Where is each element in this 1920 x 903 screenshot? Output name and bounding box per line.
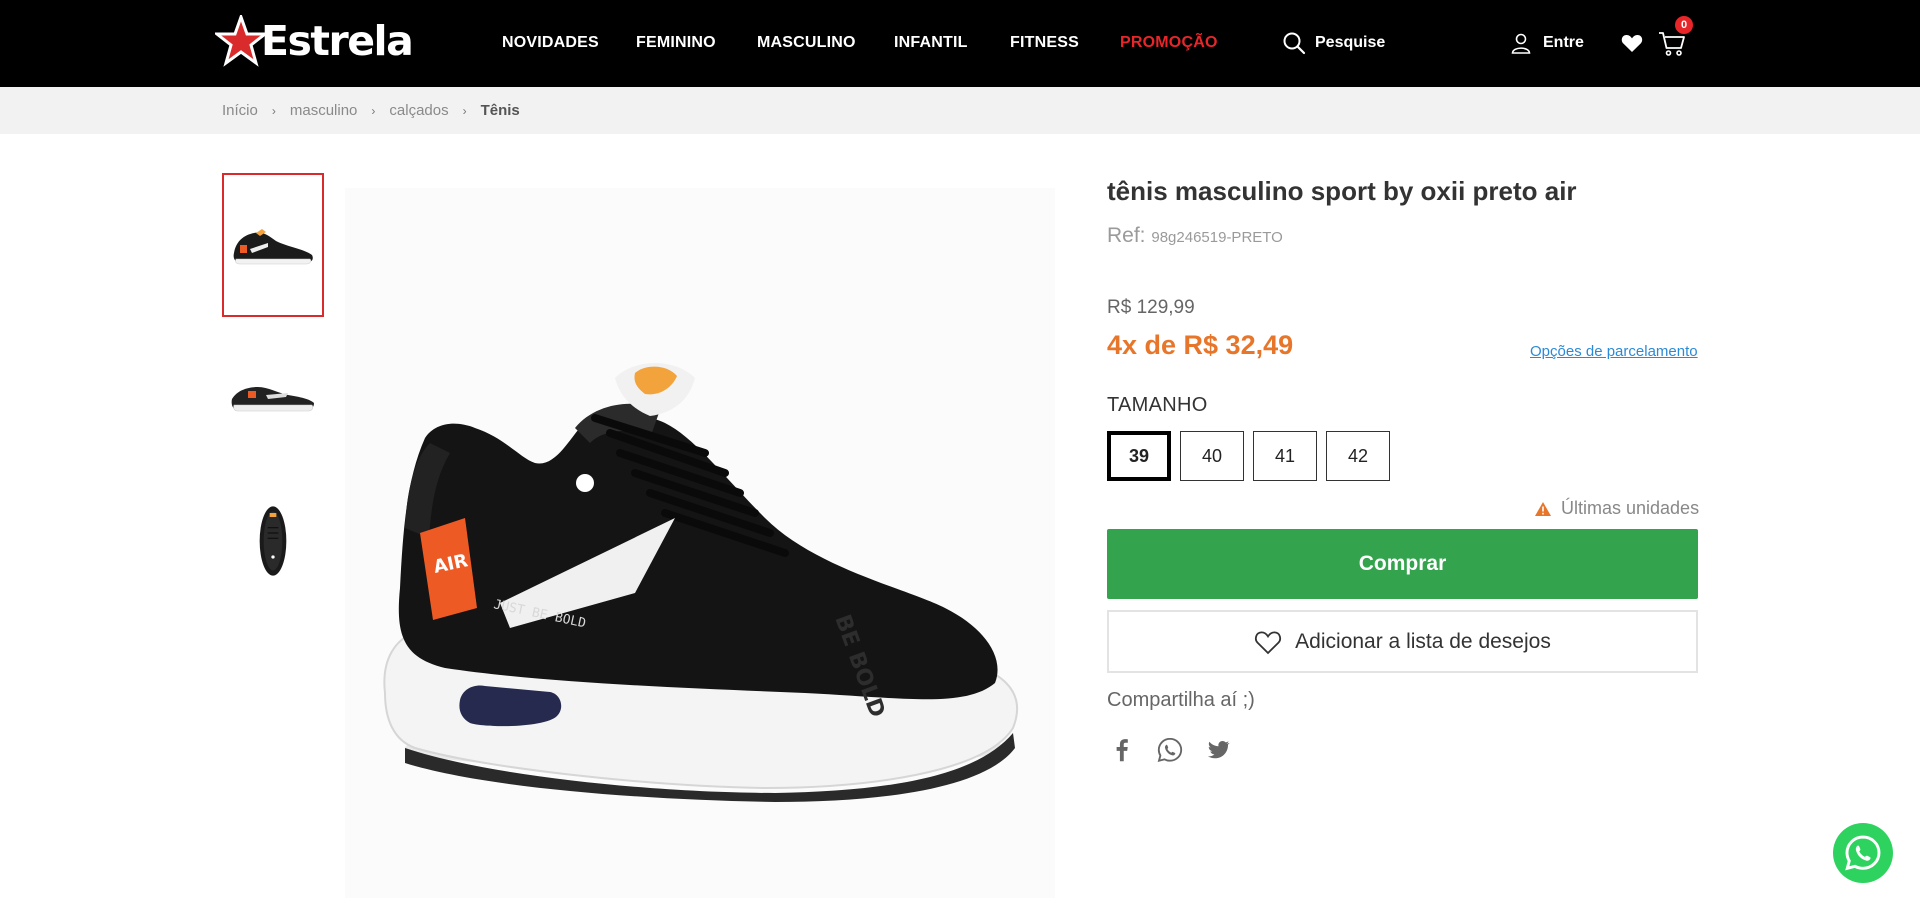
facebook-icon[interactable]: [1107, 735, 1137, 765]
logo-text: Estrela: [261, 17, 414, 65]
share-icons: [1107, 735, 1251, 765]
warning-icon: [1535, 501, 1551, 516]
chevron-right-icon: ›: [371, 103, 376, 118]
site-header: Estrela NOVIDADES FEMININO MASCULINO INF…: [0, 0, 1920, 87]
breadcrumb-bar: Início › masculino › calçados › Tênis: [0, 87, 1920, 134]
heart-icon[interactable]: [1620, 31, 1644, 55]
shoe-top-thumbnail-image: [259, 506, 287, 576]
shoe-thumbnail-image: [233, 229, 313, 265]
star-icon: [215, 15, 267, 67]
whatsapp-chat-button[interactable]: [1833, 823, 1893, 883]
shoe-side-thumbnail-image: [231, 387, 314, 412]
size-option-39[interactable]: 39: [1107, 431, 1171, 481]
cart-count-badge: 0: [1675, 16, 1693, 34]
nav-promocao[interactable]: PROMOÇÃO: [1120, 34, 1218, 52]
user-icon: [1511, 33, 1531, 54]
installments-price: 4x de R$ 32,49: [1107, 330, 1294, 360]
product-main-image[interactable]: AIR JUST BE BOLD BE BOLD: [345, 188, 1055, 898]
whatsapp-icon[interactable]: [1155, 735, 1185, 765]
wishlist-label: Adicionar a lista de desejos: [1295, 629, 1551, 653]
search-icon: [1283, 32, 1306, 55]
search-label: Pesquise: [1315, 34, 1386, 51]
chevron-right-icon: ›: [271, 103, 276, 118]
breadcrumb-tenis: Tênis: [480, 102, 520, 119]
size-option-41[interactable]: 41: [1253, 431, 1317, 481]
nav-infantil[interactable]: INFANTIL: [894, 34, 968, 52]
whatsapp-icon: [1845, 835, 1881, 871]
buy-button[interactable]: Comprar: [1107, 529, 1698, 599]
breadcrumb-calcados[interactable]: calçados: [389, 102, 448, 119]
add-to-wishlist-button[interactable]: Adicionar a lista de desejos: [1107, 610, 1698, 673]
installments-options-link[interactable]: Opções de parcelamento: [1530, 343, 1698, 360]
heart-outline-icon: [1255, 631, 1282, 654]
product-title: tênis masculino sport by oxii preto air: [1107, 176, 1577, 206]
breadcrumb-inicio[interactable]: Início: [222, 102, 258, 119]
login-button[interactable]: Entre: [1510, 32, 1584, 54]
share-label: Compartilha aí ;): [1107, 689, 1255, 711]
gallery-thumbnail[interactable]: [222, 469, 324, 613]
logo[interactable]: Estrela: [215, 14, 414, 68]
ref-label: Ref:: [1107, 224, 1146, 247]
gallery-thumbnail[interactable]: [222, 321, 324, 465]
twitter-icon[interactable]: [1203, 735, 1233, 765]
size-label: TAMANHO: [1107, 394, 1208, 416]
nav-fitness[interactable]: FITNESS: [1010, 34, 1079, 52]
product-ref: Ref: 98g246519-PRETO: [1107, 224, 1283, 248]
product-price: R$ 129,99: [1107, 297, 1195, 318]
size-option-42[interactable]: 42: [1326, 431, 1390, 481]
stock-warning-text: Últimas unidades: [1561, 498, 1700, 518]
breadcrumb-masculino[interactable]: masculino: [290, 102, 358, 119]
stock-warning: Últimas unidades: [1534, 498, 1699, 519]
nav-novidades[interactable]: NOVIDADES: [502, 34, 599, 52]
login-label: Entre: [1543, 34, 1584, 51]
nav-feminino[interactable]: FEMININO: [636, 34, 716, 52]
chevron-right-icon: ›: [462, 103, 467, 118]
breadcrumb: Início › masculino › calçados › Tênis: [222, 102, 520, 119]
ref-code: 98g246519-PRETO: [1151, 229, 1283, 246]
search-button[interactable]: Pesquise: [1282, 31, 1385, 55]
gallery-thumbnail[interactable]: [222, 173, 324, 317]
shoe-image: AIR JUST BE BOLD BE BOLD: [383, 363, 1018, 802]
size-option-40[interactable]: 40: [1180, 431, 1244, 481]
nav-masculino[interactable]: MASCULINO: [757, 34, 856, 52]
